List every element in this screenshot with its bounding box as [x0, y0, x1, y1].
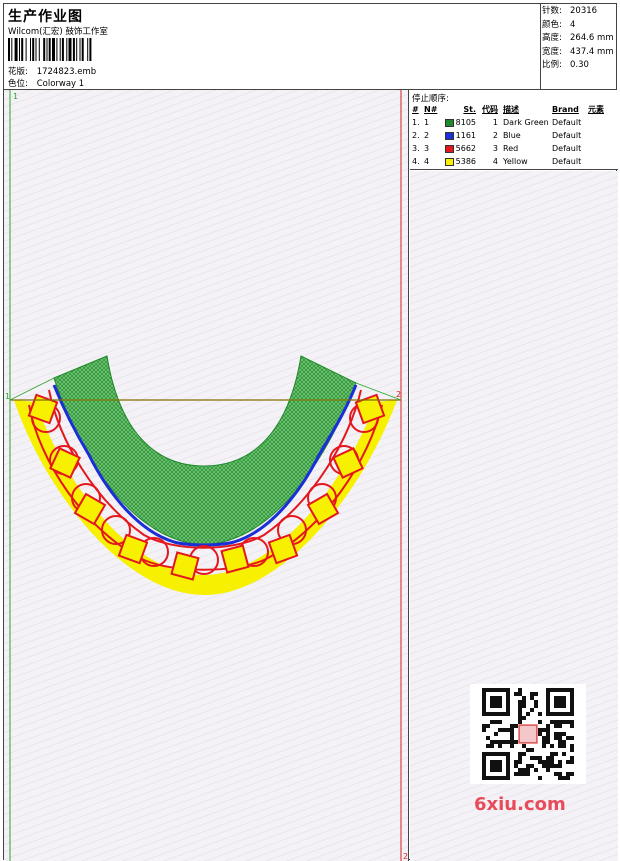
design-label: 花版: [8, 67, 28, 77]
cell-code: 1 [492, 118, 498, 127]
stat-stitches: 针数: 20316 [542, 6, 598, 16]
cell-element [588, 142, 616, 155]
design-file-row: 花版: 1724823.emb [8, 65, 96, 77]
header: 生产作业图 Wilcom(汇宏) 鼓饰工作室 花版: 1724823.emb 色… [4, 4, 616, 90]
qr-code-icon [482, 688, 574, 780]
production-sheet: 生产作业图 Wilcom(汇宏) 鼓饰工作室 花版: 1724823.emb 色… [3, 3, 618, 861]
table-row: 2. 2 1161 2 Blue Default [412, 129, 616, 142]
col-element: 元素 [588, 105, 604, 114]
marker-right: 2 [396, 390, 401, 399]
cell-description: Blue [503, 131, 521, 140]
stat-colors: 颜色: 4 [542, 19, 576, 30]
cell-element [588, 155, 616, 168]
stop-sequence-table: # N# St. 代码 描述 Brand 元素 1. 1 8105 1 Dark Gre… [412, 103, 616, 168]
color-swatch [444, 144, 454, 153]
cell-needle: 1 [424, 118, 430, 127]
stat-scale: 比例: 0.30 [542, 60, 589, 70]
cell-index: 4. [412, 157, 420, 166]
cell-element [588, 116, 616, 129]
cell-index: 2. [412, 131, 420, 140]
cell-needle: 4 [424, 157, 430, 166]
cell-brand: Default [552, 131, 582, 140]
stat-width: 宽度: 437.4 mm [542, 46, 614, 57]
cell-stitches: 1161 [440, 129, 476, 142]
table-row: 3. 3 5662 3 Red Default [412, 142, 616, 155]
design-value: 1724823.emb [36, 67, 97, 77]
qr-watermark [470, 684, 586, 784]
cell-stitches: 8105 [440, 116, 476, 129]
embroidery-preview: 1 1 2 2 [5, 90, 408, 861]
table-header-row: # N# St. 代码 描述 Brand 元素 [412, 103, 616, 116]
left-angle-guide [9, 377, 55, 401]
cell-needle: 2 [424, 131, 430, 140]
site-watermark: 6xiu.com [474, 794, 566, 815]
stat-height: 高度: 264.6 mm [542, 33, 614, 43]
studio-name: Wilcom(汇宏) 鼓饰工作室 [8, 27, 108, 37]
cell-index: 3. [412, 144, 420, 153]
col-code: 代码 [482, 105, 498, 114]
cell-brand: Default [552, 157, 582, 166]
marker-bottom-right: 2 [403, 852, 408, 861]
table-row: 1. 1 8105 1 Dark Green Default [412, 116, 616, 129]
header-info: 生产作业图 Wilcom(汇宏) 鼓饰工作室 花版: 1724823.emb 色… [4, 4, 541, 90]
col-needle: N# [424, 105, 438, 114]
barcode-icon [8, 38, 92, 61]
marker-left: 1 [5, 392, 10, 401]
cell-code: 3 [492, 144, 498, 153]
color-swatch [444, 131, 454, 140]
colorway-row: 色位: Colorway 1 [8, 77, 84, 89]
colorway-value: Colorway 1 [36, 79, 85, 89]
color-swatch [444, 118, 454, 127]
stop-sequence-panel: 停止顺序: # N# St. 代码 描述 Brand 元素 1. 1 8105 1 Da… [410, 90, 618, 170]
colorway-label: 色位: [8, 79, 28, 89]
table-row: 4. 4 5386 4 Yellow Default [412, 155, 616, 168]
cell-stitches: 5662 [440, 142, 476, 155]
col-description: 描述 [503, 105, 519, 114]
col-brand: Brand [552, 105, 579, 114]
marker-top-left: 1 [13, 92, 18, 101]
color-swatch [444, 157, 454, 166]
page-title: 生产作业图 [8, 9, 83, 25]
cell-code: 2 [492, 131, 498, 140]
cell-description: Dark Green [503, 118, 549, 127]
cell-description: Red [503, 144, 519, 153]
col-index: # [412, 105, 419, 114]
col-stitches: St. [463, 105, 476, 114]
collar-design [14, 355, 397, 595]
cell-brand: Default [552, 118, 582, 127]
cell-index: 1. [412, 118, 420, 127]
cell-description: Yellow [503, 157, 528, 166]
cell-element [588, 129, 616, 142]
cell-code: 4 [492, 157, 498, 166]
cell-stitches: 5386 [440, 155, 476, 168]
cell-needle: 3 [424, 144, 430, 153]
design-stats: 针数: 20316 颜色: 4 高度: 264.6 mm 宽度: 437.4 mm 比例… [542, 5, 617, 73]
design-canvas: 1 1 2 2 [4, 90, 409, 861]
cell-brand: Default [552, 144, 582, 153]
